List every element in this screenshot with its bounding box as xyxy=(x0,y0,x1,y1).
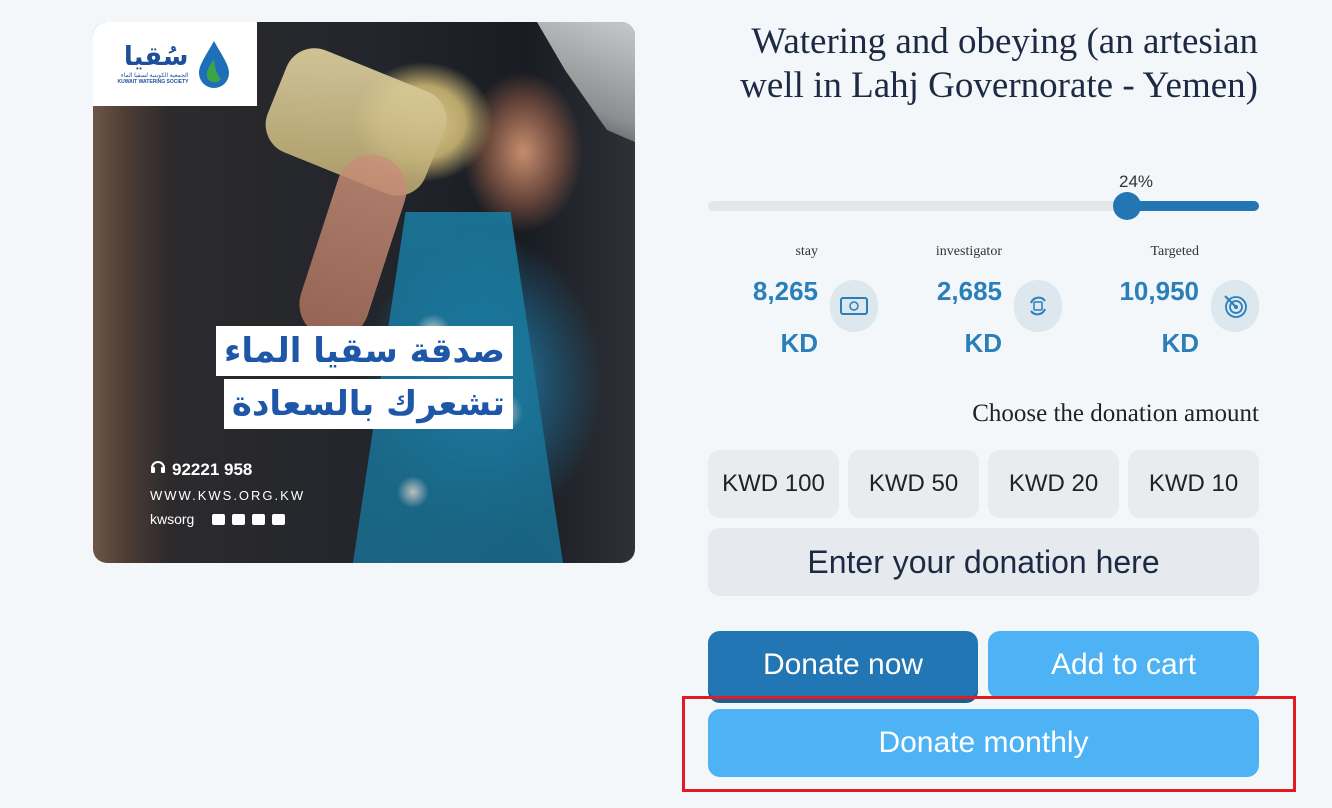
website-text: WWW.KWS.ORG.KW xyxy=(150,488,306,503)
amount-option-50[interactable]: KWD 50 xyxy=(848,450,979,518)
stat-collected: investigator 2,685 KD xyxy=(936,244,1062,364)
target-icon xyxy=(1211,280,1259,332)
slogan-line-1: صدقة سقيا الماء xyxy=(216,326,513,376)
amount-option-20[interactable]: KWD 20 xyxy=(988,450,1119,518)
amount-option-100[interactable]: KWD 100 xyxy=(708,450,839,518)
stat-unit: KD xyxy=(964,328,1002,358)
youtube-icon xyxy=(272,513,286,525)
slogan-line-2: تشعرك بالسعادة xyxy=(223,379,513,429)
donate-now-button[interactable]: Donate now xyxy=(708,631,978,699)
project-image: سُقيا الجمعية الكويتية لسقيا الماء KUWAI… xyxy=(93,22,635,563)
stat-unit: KD xyxy=(1161,328,1199,358)
social-handle: kwsorg xyxy=(150,511,195,527)
contact-info: 92221 958 WWW.KWS.ORG.KW kwsorg xyxy=(150,459,306,528)
logo-subtitle-ar: الجمعية الكويتية لسقيا الماء xyxy=(120,72,189,79)
tent-fabric xyxy=(537,22,635,142)
stat-label: stay xyxy=(795,244,818,259)
phone-number: 92221 958 xyxy=(172,459,253,479)
stat-label: Targeted xyxy=(1150,244,1199,259)
amount-option-10[interactable]: KWD 10 xyxy=(1128,450,1259,518)
project-title: Watering and obeying (an artesian well i… xyxy=(740,21,1258,106)
twitter-icon xyxy=(252,513,266,525)
cash-icon xyxy=(830,280,878,332)
add-to-cart-button[interactable]: Add to cart xyxy=(988,631,1259,699)
progress-bar xyxy=(708,192,1259,220)
instagram-icon xyxy=(232,513,246,525)
progress-knob xyxy=(1113,192,1141,220)
stat-value: 2,685 xyxy=(936,276,1002,306)
progress-fill xyxy=(1127,201,1259,211)
stat-label: investigator xyxy=(935,244,1002,259)
exchange-icon xyxy=(1014,280,1062,332)
facebook-icon xyxy=(212,513,226,525)
water-drop-icon xyxy=(195,39,233,89)
custom-amount-input[interactable]: Enter your donation here xyxy=(708,528,1259,596)
stat-remaining: stay 8,265 KD xyxy=(753,244,878,364)
choose-amount-label: Choose the donation amount xyxy=(972,400,1259,427)
stat-value: 8,265 xyxy=(752,276,818,306)
logo-subtitle-en: KUWAIT WATERING SOCIETY xyxy=(117,78,189,85)
stat-unit: KD xyxy=(780,328,818,358)
stat-value: 10,950 xyxy=(1119,276,1199,306)
headset-icon xyxy=(150,459,166,480)
donate-monthly-button[interactable]: Donate monthly xyxy=(708,709,1259,777)
progress-percentage: 24% xyxy=(1118,172,1154,191)
stat-target: Targeted 10,950 KD xyxy=(1119,244,1259,364)
kws-logo: سُقيا الجمعية الكويتية لسقيا الماء KUWAI… xyxy=(93,22,257,106)
logo-arabic-text: سُقيا xyxy=(123,41,189,72)
